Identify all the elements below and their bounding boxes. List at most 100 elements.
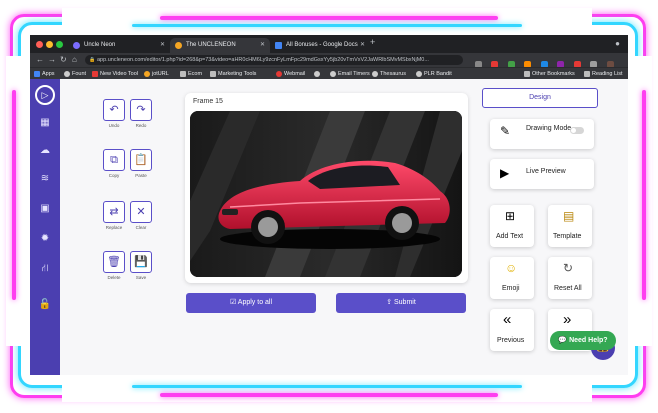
add-text-card[interactable]: ⊞ Add Text	[490, 205, 534, 247]
delete-label: Delete	[107, 275, 121, 280]
bookmark-webmail[interactable]: Webmail	[276, 69, 305, 79]
address-bar[interactable]: 🔒 app.uncleneon.com/editor/1.php?id=268&…	[85, 55, 463, 65]
cloud-icon[interactable]: ☁	[30, 145, 60, 156]
toolbar: ← → ↻ ⌂ 🔒 app.uncleneon.com/editor/1.php…	[30, 53, 628, 86]
video-preview[interactable]	[190, 111, 462, 277]
bookmark-new-video-tool[interactable]: New Video Tool	[92, 69, 138, 79]
apply-to-all-button[interactable]: ☑ Apply to all	[186, 293, 316, 313]
maximize-window-icon[interactable]	[56, 41, 63, 48]
copy-label: Copy	[108, 173, 120, 178]
previous-card[interactable]: « Previous	[490, 309, 534, 351]
pencil-icon: ✎	[500, 124, 511, 138]
folder-icon	[524, 71, 530, 77]
tab-close-icon[interactable]: ✕	[160, 38, 165, 53]
reading-list-icon	[584, 71, 590, 77]
neon-bar-right	[642, 90, 646, 300]
car-image	[190, 111, 462, 277]
bookmark-icon	[276, 71, 282, 77]
profile-icon[interactable]: ●	[615, 39, 620, 48]
clear-button[interactable]: ✕	[130, 201, 152, 223]
checkbox-icon: ☑	[229, 299, 238, 306]
browser-window: Uncle Neon ✕ The UNCLENEON ✕ All Bonuses…	[30, 35, 628, 375]
template-icon: ▤	[563, 209, 575, 223]
drawing-mode-card[interactable]: ✎ Drawing Mode	[490, 119, 594, 149]
new-tab-icon[interactable]: +	[370, 37, 375, 47]
delete-button[interactable]: 🗑	[103, 251, 125, 273]
emoji-card[interactable]: ☺ Emoji	[490, 257, 534, 299]
bookmark-fount[interactable]: Fount	[64, 69, 86, 79]
tab-all-bonuses[interactable]: All Bonuses - Google Docs ✕	[270, 38, 370, 53]
unlock-icon[interactable]: 🔓	[30, 299, 60, 310]
redo-button[interactable]: ↷	[130, 99, 152, 121]
template-card[interactable]: ▤ Template	[548, 205, 592, 247]
bookmark-apps[interactable]: Apps	[34, 69, 55, 79]
bookmark-icon	[416, 71, 422, 77]
screen: Uncle Neon ✕ The UNCLENEON ✕ All Bonuses…	[0, 0, 658, 413]
neon-bar-left	[12, 90, 16, 300]
frame-title: Frame 15	[193, 98, 223, 105]
trash-icon: 🗑	[107, 256, 121, 268]
bookmark-marketing-tools[interactable]: Marketing Tools	[210, 69, 256, 79]
other-bookmarks[interactable]: Other Bookmarks	[524, 69, 575, 79]
bookmarks-bar: Apps Fount New Video Tool jotURL Ecom Ma…	[30, 67, 628, 79]
drawing-mode-toggle[interactable]	[570, 127, 584, 134]
clear-icon: ✕	[136, 206, 146, 218]
save-icon: 💾	[134, 256, 148, 268]
lock-icon: 🔒	[89, 57, 96, 63]
settings-icon[interactable]: ✹	[30, 233, 60, 244]
bookmark-joturl[interactable]: jotURL	[144, 69, 169, 79]
add-text-icon: ⊞	[505, 209, 516, 223]
back-icon[interactable]: ←	[36, 55, 44, 64]
extensions	[470, 55, 620, 86]
close-window-icon[interactable]	[36, 41, 43, 48]
undo-button[interactable]: ↶	[103, 99, 125, 121]
copy-icon: ⧉	[110, 154, 118, 166]
chat-icon: 💬	[558, 337, 570, 344]
upload-icon: ⇪	[386, 299, 394, 306]
copy-button[interactable]: ⧉	[103, 149, 125, 171]
logo-icon[interactable]: ▷	[35, 85, 55, 105]
reload-icon[interactable]: ↻	[60, 55, 67, 64]
bookmark-plr-bandit[interactable]: PLR Bandit	[416, 69, 452, 79]
tab-uncle-neon[interactable]: Uncle Neon ✕	[68, 38, 170, 53]
bookmark-ecom[interactable]: Ecom	[180, 69, 202, 79]
reading-list[interactable]: Reading List	[584, 69, 623, 79]
google-docs-icon	[275, 42, 282, 49]
save-button[interactable]: 💾	[130, 251, 152, 273]
neon-bar-top	[160, 16, 498, 20]
forward-icon[interactable]: →	[48, 55, 56, 64]
frame-canvas: Frame 15	[185, 93, 468, 283]
bookmark-icon	[92, 71, 98, 77]
image-icon[interactable]: ▣	[30, 203, 60, 214]
chevrons-right-icon: »	[563, 311, 572, 328]
home-icon[interactable]: ⌂	[72, 55, 77, 64]
replace-label: Replace	[105, 225, 123, 230]
bookmark-thesaurus[interactable]: Thesaurus	[372, 69, 406, 79]
bookmark-icon	[314, 71, 320, 77]
reset-all-card[interactable]: ↻ Reset All	[548, 257, 592, 299]
need-help-button[interactable]: 💬 Need Help?	[550, 331, 616, 350]
dashboard-icon[interactable]: ▦	[30, 117, 60, 128]
paste-button[interactable]: 📋	[130, 149, 152, 171]
tab-the-uncleneon[interactable]: The UNCLENEON ✕	[170, 38, 270, 53]
road-icon[interactable]: ⛙	[30, 263, 60, 276]
live-preview-card[interactable]: ▶ Live Preview	[490, 159, 594, 189]
folder-icon	[210, 71, 216, 77]
bookmark-icon	[372, 71, 378, 77]
tab-close-icon[interactable]: ✕	[360, 38, 365, 53]
undo-icon: ↶	[109, 104, 119, 116]
replace-button[interactable]: ⇄	[103, 201, 125, 223]
editor-app: ▷ ▦ ☁ ≋ ▣ ✹ ⛙ 🔓 ↶ Undo ↷ Redo ⧉ Copy 📋 P…	[30, 79, 628, 375]
paste-icon: 📋	[134, 154, 148, 166]
design-button[interactable]: Design	[482, 88, 598, 108]
tab-close-icon[interactable]: ✕	[260, 38, 265, 53]
video-icon: ▶	[500, 166, 510, 180]
submit-button[interactable]: ⇪ Submit	[336, 293, 466, 313]
minimize-window-icon[interactable]	[46, 41, 53, 48]
emoji-icon: ☺	[505, 261, 518, 275]
bookmark-email-timers[interactable]: Email Timers	[330, 69, 370, 79]
replace-icon: ⇄	[109, 206, 119, 218]
layers-icon[interactable]: ≋	[30, 173, 60, 184]
neon-bar-top-inner	[132, 24, 522, 27]
bookmark-icon	[64, 71, 70, 77]
